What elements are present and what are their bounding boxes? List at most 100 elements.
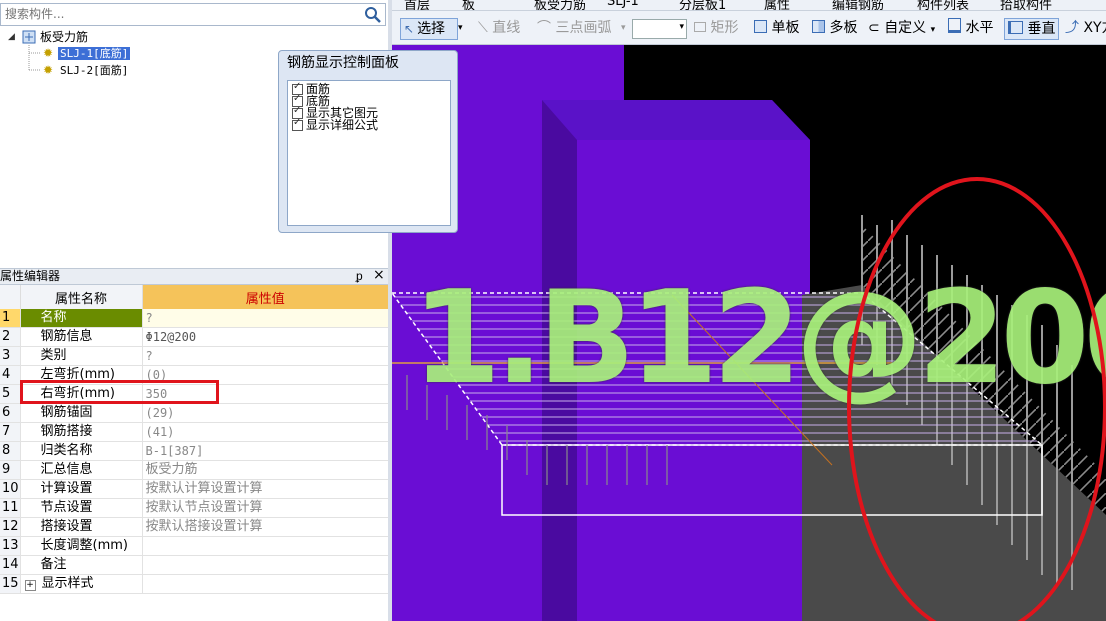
row-number: 15 <box>0 574 21 594</box>
property-row[interactable]: 14 备注 <box>0 555 389 575</box>
option-show-formula[interactable]: 显示详细公式 <box>288 117 450 131</box>
line-icon: ⟍ <box>478 20 488 36</box>
rebar-option-list: 面筋 底筋 显示其它图元 显示详细公式 <box>287 80 451 226</box>
search-icon[interactable] <box>363 5 383 24</box>
property-name: 钢筋搭接 <box>20 422 143 442</box>
expand-icon[interactable]: + <box>24 580 36 591</box>
row-number: 10 <box>0 479 21 499</box>
arc-button[interactable]: ⌒ 三点画弧 <box>537 18 611 38</box>
top-toolbar: 首层 板 板受力筋 SLJ-1 分层板1 属性 编辑钢筋 构件列表 拾取构件 <box>392 0 1106 11</box>
line-button[interactable]: ⟍ 直线 <box>478 18 520 38</box>
property-row[interactable]: 11 节点设置 按默认节点设置计算 <box>0 498 389 518</box>
custom-label: 自定义 <box>884 20 927 36</box>
close-icon[interactable]: × <box>373 268 385 283</box>
xy-label: XY方 <box>1083 20 1106 36</box>
collapse-icon[interactable]: ◢ <box>8 32 15 42</box>
component-select[interactable]: SLJ-1 <box>607 0 639 9</box>
3d-viewport[interactable]: 1.B12@200 <box>392 45 1106 621</box>
row-number: 7 <box>0 422 21 442</box>
floor-select[interactable]: 首层 <box>404 0 430 10</box>
property-value[interactable]: ? <box>142 346 389 366</box>
property-name: 归类名称 <box>20 441 143 461</box>
gear-icon: ✹ <box>43 46 54 60</box>
horizontal-icon <box>948 18 961 33</box>
xy-button[interactable]: ⤴ XY方 <box>1065 18 1106 38</box>
type-select[interactable]: 板 <box>462 0 475 10</box>
multi-slab-label: 多板 <box>829 20 858 36</box>
horizontal-label: 水平 <box>965 20 994 36</box>
property-row[interactable]: 8 归类名称 B-1[387] <box>0 441 389 461</box>
custom-button[interactable]: ⊂ 自定义 ▾ <box>868 18 935 38</box>
line-label: 直线 <box>492 20 521 36</box>
row-number: 14 <box>0 555 21 575</box>
highlight-box <box>20 380 219 404</box>
property-row[interactable]: 12 搭接设置 按默认搭接设置计算 <box>0 517 389 537</box>
col-value-header: 属性值 <box>142 285 388 309</box>
subtype-select[interactable]: 板受力筋 <box>534 0 586 10</box>
property-row[interactable]: 1 名称 ? <box>0 309 389 328</box>
property-button[interactable]: 属性 <box>764 0 790 10</box>
layer-select[interactable]: 分层板1 <box>679 0 726 10</box>
property-value[interactable] <box>142 574 389 594</box>
select-button[interactable]: ↖ 选择 <box>400 18 458 40</box>
chevron-down-icon[interactable]: ▾ <box>458 18 463 38</box>
property-value[interactable] <box>142 555 389 575</box>
cursor-icon: ↖ <box>404 22 415 36</box>
component-list-button[interactable]: 构件列表 <box>917 0 969 10</box>
property-name-label: 显示样式 <box>41 576 94 591</box>
horizontal-button[interactable]: 水平 <box>948 18 993 38</box>
property-value[interactable]: 按默认搭接设置计算 <box>142 517 389 537</box>
property-name: 钢筋信息 <box>20 327 143 347</box>
rect-icon <box>694 22 706 32</box>
property-value[interactable]: 按默认计算设置计算 <box>142 479 389 499</box>
property-row[interactable]: 2 钢筋信息 Φ12@200 <box>0 327 389 347</box>
single-slab-button[interactable]: 单板 <box>754 18 799 38</box>
property-value[interactable]: 按默认节点设置计算 <box>142 498 389 518</box>
tree-item-slj-2[interactable]: SLJ-2[面筋] <box>60 63 128 79</box>
arc-icon: ⌒ <box>537 20 551 36</box>
property-value[interactable]: 板受力筋 <box>142 460 389 480</box>
property-value[interactable]: Φ12@200 <box>142 327 389 347</box>
property-value[interactable]: ? <box>142 309 389 328</box>
property-row[interactable]: 3 类别? <box>0 346 389 366</box>
tree-item-slj-1[interactable]: SLJ-1[底筋] <box>58 46 131 62</box>
property-row[interactable]: 6 钢筋锚固 (29) <box>0 403 389 423</box>
vertical-label: 垂直 <box>1027 21 1056 37</box>
property-row[interactable]: 10 计算设置 按默认计算设置计算 <box>0 479 389 499</box>
combo-box[interactable]: ▾ <box>632 19 687 39</box>
property-value[interactable]: B-1[387] <box>142 441 389 461</box>
property-value[interactable]: (29) <box>142 403 389 423</box>
vertical-button[interactable]: 垂直 <box>1004 18 1060 40</box>
multi-slab-button[interactable]: 多板 <box>812 18 857 38</box>
row-number: 2 <box>0 327 21 347</box>
property-value[interactable]: (41) <box>142 422 389 442</box>
checkbox-icon[interactable] <box>292 117 303 131</box>
property-name: 计算设置 <box>20 479 143 499</box>
header-corner <box>0 285 21 309</box>
tree-root-label[interactable]: 板受力筋 <box>40 29 88 45</box>
property-name: 长度调整(mm) <box>20 536 143 556</box>
property-row[interactable]: 13 长度调整(mm) <box>0 536 389 556</box>
property-row[interactable]: 9 汇总信息 板受力筋 <box>0 460 389 480</box>
custom-icon: ⊂ <box>868 20 880 36</box>
search-input[interactable] <box>1 4 359 24</box>
pick-component-button[interactable]: 拾取构件 <box>1000 0 1052 10</box>
chevron-down-icon[interactable]: ▾ <box>621 18 626 38</box>
property-value[interactable] <box>142 536 389 556</box>
property-table: 属性名称 属性值 1 名称 ? 2 钢筋信息 Φ12@200 3 类别? 4 左弯折(m… <box>0 285 389 594</box>
property-row[interactable]: 15 + 显示样式 <box>0 574 389 594</box>
rect-button[interactable]: 矩形 <box>694 18 738 38</box>
edit-rebar-button[interactable]: 编辑钢筋 <box>832 0 884 10</box>
property-editor-title: 属性编辑器 <box>0 269 61 283</box>
property-name: 搭接设置 <box>20 517 143 537</box>
rect-label: 矩形 <box>710 20 739 36</box>
single-slab-icon <box>754 20 767 33</box>
single-slab-label: 单板 <box>771 20 800 36</box>
property-row[interactable]: 7 钢筋搭接 (41) <box>0 422 389 442</box>
row-number: 6 <box>0 403 21 423</box>
highlight-ellipse <box>847 177 1106 621</box>
tree-item-label: SLJ-1[底筋] <box>58 47 131 60</box>
row-number: 8 <box>0 441 21 461</box>
pin-icon[interactable]: ᵱ <box>356 269 363 284</box>
select-label: 选择 <box>417 21 446 37</box>
